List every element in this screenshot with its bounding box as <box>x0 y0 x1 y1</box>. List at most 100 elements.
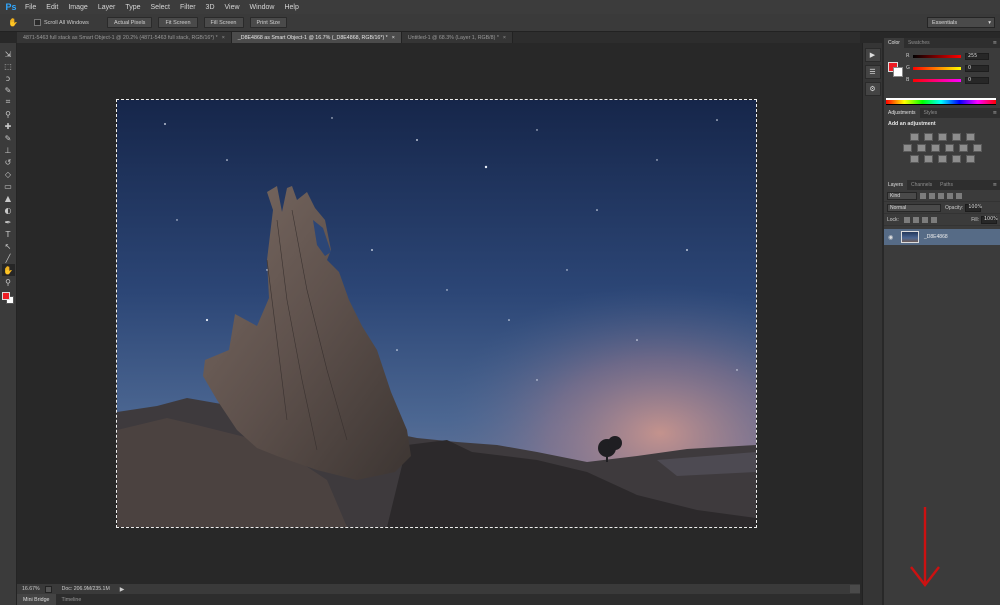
opacity-field[interactable]: 100% <box>965 203 982 212</box>
horizontal-scrollbar[interactable] <box>850 585 860 593</box>
menu-filter[interactable]: Filter <box>175 4 201 11</box>
color-spectrum-bar[interactable] <box>886 98 996 105</box>
close-icon[interactable]: × <box>503 35 506 41</box>
healing-icon[interactable]: ✚ <box>2 120 15 132</box>
lock-position-icon[interactable] <box>921 216 928 223</box>
eyedropper-icon[interactable]: ⚲ <box>2 108 15 120</box>
menu-edit[interactable]: Edit <box>41 4 63 11</box>
menu-help[interactable]: Help <box>279 4 303 11</box>
tab-styles[interactable]: Styles <box>920 108 942 118</box>
exposure-icon[interactable] <box>951 133 961 141</box>
pen-icon[interactable]: ✒ <box>2 216 15 228</box>
history-icon[interactable]: ☰ <box>864 65 881 79</box>
tab-channels[interactable]: Channels <box>907 180 936 190</box>
lock-transparent-icon[interactable] <box>903 216 910 223</box>
tab-swatches[interactable]: Swatches <box>904 38 934 48</box>
curves-icon[interactable] <box>937 133 947 141</box>
vibrance-icon[interactable] <box>965 133 975 141</box>
hue-saturation-icon[interactable] <box>902 144 912 152</box>
workspace-select[interactable]: Essentials ▾ <box>927 17 995 28</box>
gradient-map-icon[interactable] <box>951 155 961 163</box>
zoom-icon[interactable]: ⚲ <box>2 276 15 288</box>
fill-field[interactable]: 100% <box>981 215 998 224</box>
blend-mode-select[interactable]: Normal <box>887 203 941 212</box>
photo-filter-icon[interactable] <box>944 144 954 152</box>
lasso-icon[interactable]: ↄ <box>2 72 15 84</box>
menu-window[interactable]: Window <box>245 4 280 11</box>
shape-filter-icon[interactable] <box>947 192 953 199</box>
red-value-field[interactable]: 255 <box>965 52 989 60</box>
threshold-icon[interactable] <box>937 155 947 163</box>
tab-layers[interactable]: Layers <box>884 180 908 190</box>
panel-menu-icon[interactable]: ≡ <box>993 182 997 188</box>
menu-select[interactable]: Select <box>146 4 175 11</box>
foreground-color-swatch[interactable] <box>2 292 10 300</box>
status-menu-arrow-icon[interactable]: ▶ <box>120 586 125 593</box>
visibility-eye-icon[interactable]: ◉ <box>888 234 898 241</box>
close-icon[interactable]: × <box>222 35 225 41</box>
actual-pixels-button[interactable]: Actual Pixels <box>106 17 153 28</box>
brightness-contrast-icon[interactable] <box>909 133 919 141</box>
color-balance-icon[interactable] <box>916 144 926 152</box>
channel-mixer-icon[interactable] <box>958 144 968 152</box>
fill-screen-button[interactable]: Fill Screen <box>203 17 244 28</box>
invert-icon[interactable] <box>909 155 919 163</box>
stamp-icon[interactable]: ⊥ <box>2 144 15 156</box>
tab-document-1[interactable]: 4871-5463 full stack as Smart Object-1 @… <box>17 32 232 43</box>
type-icon[interactable]: T <box>2 228 15 240</box>
adjustment-filter-icon[interactable] <box>929 192 935 199</box>
zoom-level[interactable]: 16.67% <box>17 586 45 592</box>
selective-color-icon[interactable] <box>965 155 975 163</box>
quick-select-icon[interactable]: ✎ <box>2 84 15 96</box>
color-lookup-icon[interactable] <box>972 144 982 152</box>
crop-icon[interactable]: ⌗ <box>2 96 15 108</box>
blue-value-field[interactable]: 0 <box>965 76 989 84</box>
move-icon[interactable]: ⇲ <box>2 48 15 60</box>
shape-icon[interactable]: ╱ <box>2 252 15 264</box>
black-white-icon[interactable] <box>930 144 940 152</box>
blue-slider[interactable] <box>913 78 961 82</box>
path-select-icon[interactable]: ↖ <box>2 240 15 252</box>
background-color-swatch[interactable] <box>893 67 903 77</box>
layer-item[interactable]: ◉ _D8E4868 <box>884 229 1000 245</box>
fit-screen-button[interactable]: Fit Screen <box>158 17 198 28</box>
green-value-field[interactable]: 0 <box>965 64 989 72</box>
tab-adjustments[interactable]: Adjustments <box>884 108 920 118</box>
tab-color[interactable]: Color <box>884 38 904 48</box>
close-icon[interactable]: × <box>392 35 395 41</box>
history-brush-icon[interactable]: ↺ <box>2 156 15 168</box>
menu-image[interactable]: Image <box>63 4 92 11</box>
type-filter-icon[interactable] <box>938 192 944 199</box>
play-icon[interactable]: ▶ <box>864 48 881 62</box>
tab-timeline[interactable]: Timeline <box>56 594 88 605</box>
dodge-icon[interactable]: ◐ <box>2 204 15 216</box>
scroll-all-windows-checkbox[interactable] <box>34 19 41 26</box>
panel-menu-icon[interactable]: ≡ <box>993 40 997 46</box>
status-info-icon[interactable] <box>44 585 52 593</box>
menu-layer[interactable]: Layer <box>93 4 121 11</box>
posterize-icon[interactable] <box>923 155 933 163</box>
menu-3d[interactable]: 3D <box>201 4 220 11</box>
canvas-area[interactable] <box>17 43 860 584</box>
layer-kind-select[interactable]: Kind <box>887 191 917 200</box>
eraser-icon[interactable]: ◇ <box>2 168 15 180</box>
hand-icon[interactable]: ✋ <box>1 264 15 276</box>
tab-document-3[interactable]: Untitled-1 @ 68.3% (Layer 1, RGB/8) * × <box>401 32 513 43</box>
menu-type[interactable]: Type <box>120 4 145 11</box>
pixel-filter-icon[interactable] <box>920 192 926 199</box>
menu-view[interactable]: View <box>220 4 245 11</box>
properties-icon[interactable]: ⚙ <box>864 82 881 96</box>
green-slider[interactable] <box>913 66 961 70</box>
hand-tool-icon[interactable]: ✋ <box>8 18 20 27</box>
print-size-button[interactable]: Print Size <box>249 17 288 28</box>
marquee-icon[interactable]: ⬚ <box>2 60 15 72</box>
red-slider[interactable] <box>913 54 961 58</box>
lock-all-icon[interactable] <box>930 216 937 223</box>
smart-object-filter-icon[interactable] <box>956 192 962 199</box>
menu-file[interactable]: File <box>20 4 41 11</box>
document-image[interactable] <box>116 99 757 528</box>
levels-icon[interactable] <box>923 133 933 141</box>
tab-mini-bridge[interactable]: Mini Bridge <box>17 594 56 605</box>
tab-document-2[interactable]: _D8E4868 as Smart Object-1 @ 16.7% (_D8E… <box>231 32 402 43</box>
blur-icon[interactable]: ▲ <box>2 192 15 204</box>
